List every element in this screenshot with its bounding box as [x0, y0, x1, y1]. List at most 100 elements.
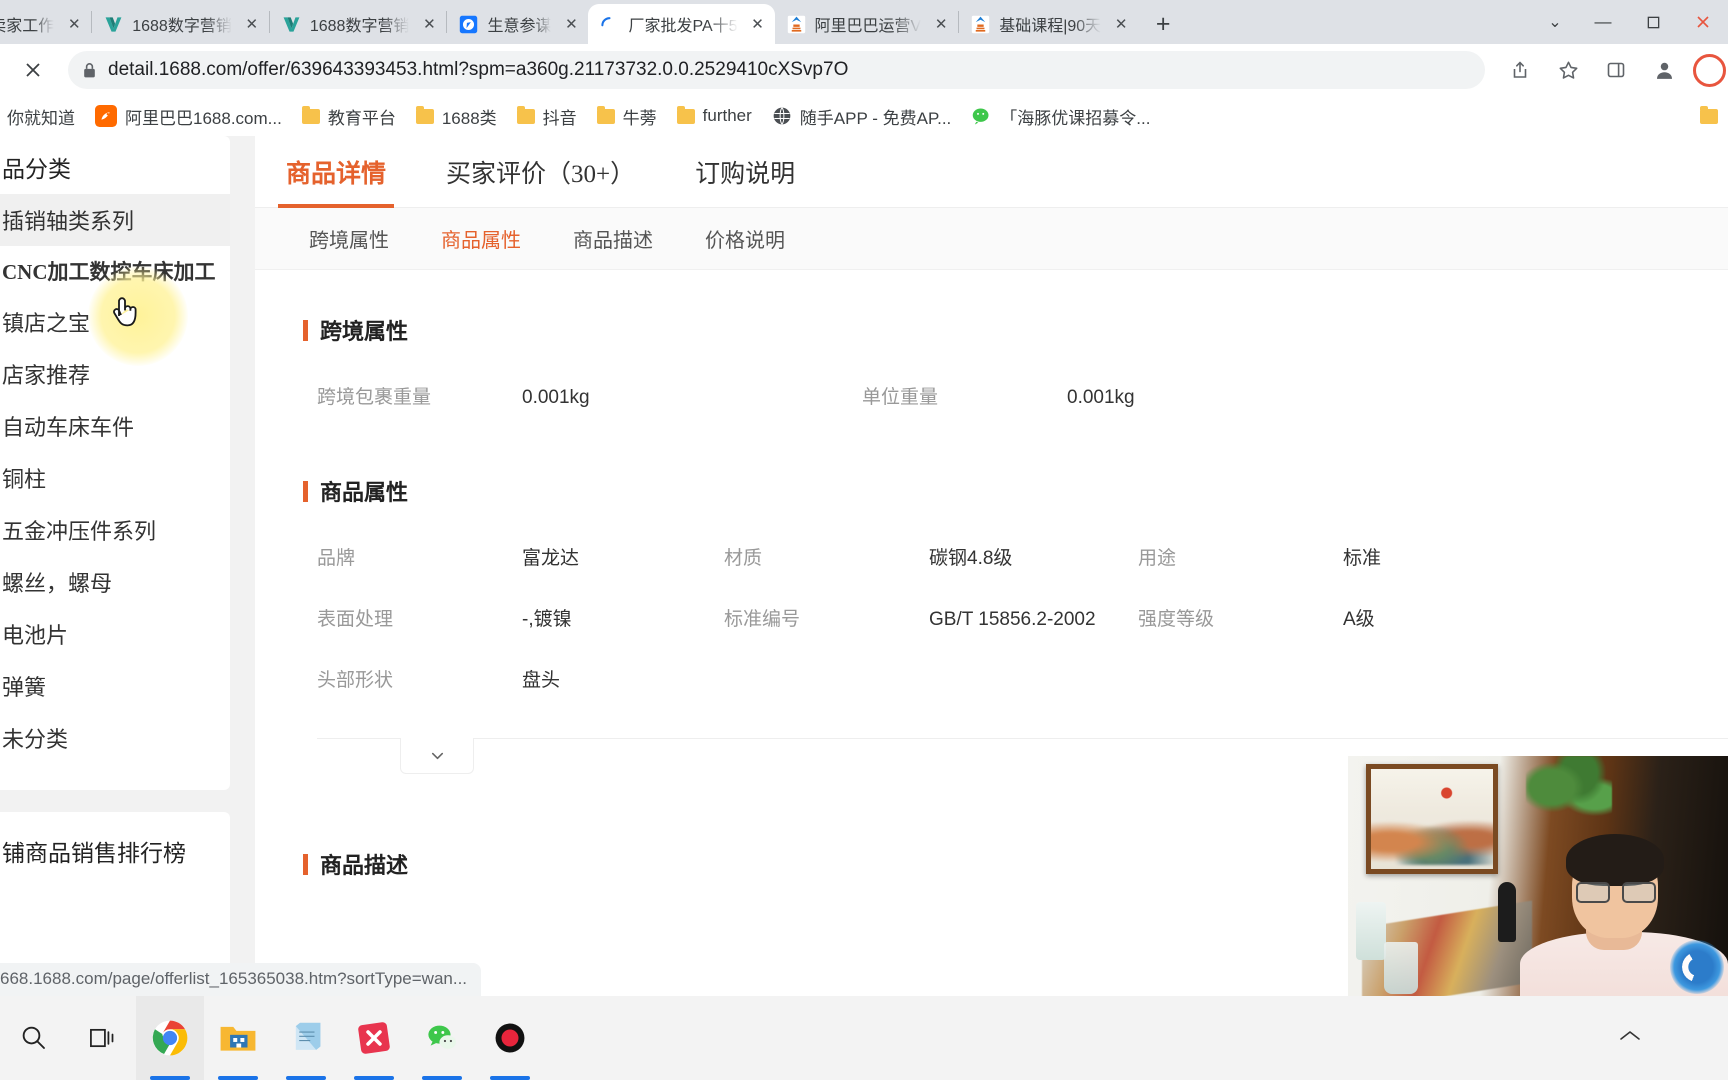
new-tab-button[interactable]: +: [1146, 7, 1180, 41]
taskbar-chrome-button[interactable]: [136, 996, 204, 1080]
running-indicator: [218, 1076, 258, 1080]
taskbar-task-view-button[interactable]: [68, 996, 136, 1080]
sidebar-item-4[interactable]: 自动车床车件: [0, 400, 230, 452]
sidebar-item-3[interactable]: 店家推荐: [0, 348, 230, 400]
window-close-button[interactable]: [1678, 0, 1728, 44]
subtab-price-notes[interactable]: 价格说明: [679, 224, 811, 253]
share-icon: [1510, 60, 1530, 80]
browser-tab-2[interactable]: 1688数字营销 ✕: [92, 4, 269, 44]
window-maximize-button[interactable]: [1628, 0, 1678, 44]
browser-tab-4[interactable]: 生意参谋 ✕: [447, 4, 588, 44]
sidebar-item-10[interactable]: 未分类: [0, 712, 230, 764]
bookmark-button[interactable]: [1549, 51, 1587, 89]
expand-attributes-button[interactable]: [400, 738, 474, 774]
bookmark-label: 一下，你就知道: [0, 104, 75, 129]
subtab-product-attrs[interactable]: 商品属性: [415, 224, 547, 253]
bookmark-item-baidu[interactable]: 一下，你就知道: [0, 100, 83, 133]
section-accent-bar: [303, 481, 308, 502]
tab-close-icon[interactable]: ✕: [418, 13, 440, 35]
webcam-plant: [1526, 756, 1612, 834]
attr-value: A级: [1343, 604, 1375, 631]
sidebar-item-6[interactable]: 五金冲压件系列: [0, 504, 230, 556]
browser-tab-7[interactable]: 基础课程|90天 ✕: [959, 4, 1138, 44]
folder-icon: [416, 109, 434, 124]
ali-logo-icon: [787, 15, 806, 34]
sidebar-item-5[interactable]: 铜柱: [0, 452, 230, 504]
sidebar-item-8[interactable]: 电池片: [0, 608, 230, 660]
bookmark-item-alibaba[interactable]: 阿里巴巴1688.com...: [87, 100, 290, 133]
tab-close-icon[interactable]: ✕: [241, 13, 263, 35]
bookmark-folder-niubang[interactable]: 牛蒡: [589, 100, 665, 133]
webcam-glass-cup: [1384, 942, 1418, 994]
bookmark-item-haitun[interactable]: 「海豚优课招募令...: [963, 100, 1158, 133]
tab-title: 1688数字营销: [132, 12, 232, 36]
detail-subtabs: 跨境属性 商品属性 商品描述 价格说明: [255, 208, 1728, 270]
tab-search-chevron-down-icon[interactable]: ⌄: [1532, 0, 1578, 44]
bookmark-folder-further[interactable]: further: [669, 102, 760, 130]
tab-product-detail[interactable]: 商品详情: [256, 136, 416, 208]
tab-title: 1688数字营销: [310, 12, 410, 36]
sidebar-item-9[interactable]: 弹簧: [0, 660, 230, 712]
browser-tab-3[interactable]: 1688数字营销 ✕: [270, 4, 447, 44]
folder-icon: [597, 109, 615, 124]
attr-pair-material: 材质 碳钢4.8级: [724, 543, 1138, 570]
sidebar-item-1[interactable]: CNC加工数控车床加工: [0, 246, 230, 296]
bookmark-folder-edu[interactable]: 教育平台: [294, 100, 404, 133]
side-panel-icon: [1606, 60, 1626, 80]
tab-close-icon[interactable]: ✕: [930, 13, 952, 35]
webcam-microphone: [1498, 882, 1516, 942]
sidebar-item-7[interactable]: 螺丝，螺母: [0, 556, 230, 608]
globe-icon: [772, 106, 792, 126]
category-card: 品分类 插销轴类系列 CNC加工数控车床加工 镇店之宝 店家推荐 自动车床车件 …: [0, 136, 230, 790]
window-minimize-button[interactable]: —: [1578, 0, 1628, 44]
attr-pair-unit-weight: 单位重量 0.001kg: [862, 382, 1135, 409]
section-heading-text: 商品描述: [320, 848, 408, 880]
attr-key: 表面处理: [317, 604, 522, 631]
address-bar[interactable]: detail.1688.com/offer/639643393453.html?…: [68, 51, 1485, 89]
attr-pair-head-shape: 头部形状 盘头: [317, 665, 724, 692]
tab-close-icon[interactable]: ✕: [1110, 13, 1132, 35]
detail-tabs: 商品详情 买家评价（30+） 订购说明: [255, 136, 1728, 208]
lock-icon: [82, 62, 97, 79]
subtab-cross-border-attrs[interactable]: 跨境属性: [283, 224, 415, 253]
browser-tab-1[interactable]: 8-卖家工作 ✕: [0, 4, 91, 44]
attr-value: GB/T 15856.2-2002: [929, 609, 1138, 631]
side-panel-button[interactable]: [1597, 51, 1635, 89]
browser-tabstrip-bar: 8-卖家工作 ✕ 1688数字营销 ✕ 1688数字营销 ✕ 生意参谋 ✕: [0, 0, 1728, 44]
taskbar-search-button[interactable]: [0, 996, 68, 1080]
folder-icon: [302, 109, 320, 124]
taskbar-xmind-button[interactable]: [340, 996, 408, 1080]
browser-tab-6[interactable]: 阿里巴巴运营V ✕: [775, 4, 959, 44]
subtab-product-description[interactable]: 商品描述: [547, 224, 679, 253]
section-heading-text: 跨境属性: [320, 314, 408, 346]
alibaba-icon: [95, 105, 117, 127]
tray-expand-chevron-up-icon[interactable]: [1618, 1024, 1642, 1050]
bookmark-label: 抖音: [543, 104, 577, 129]
taskbar-wechat-button[interactable]: [408, 996, 476, 1080]
tab-close-icon[interactable]: ✕: [63, 13, 85, 35]
browser-tab-5-active[interactable]: 厂家批发PA十5 ✕: [588, 4, 774, 44]
attr-key: 强度等级: [1138, 604, 1343, 631]
windows-taskbar: [0, 996, 1728, 1080]
chevron-up-icon: [1618, 1028, 1642, 1044]
bookmark-folder-1688[interactable]: 1688类: [408, 100, 505, 133]
tab-close-icon[interactable]: ✕: [747, 13, 769, 35]
bookmark-folder-douyin[interactable]: 抖音: [509, 100, 585, 133]
sidebar-item-0[interactable]: 插销轴类系列: [0, 194, 230, 246]
tab-buyer-reviews[interactable]: 买家评价（30+）: [416, 136, 665, 208]
tab-order-notes[interactable]: 订购说明: [665, 136, 825, 208]
webcam-overlay: [1348, 756, 1728, 996]
tab-close-icon[interactable]: ✕: [560, 13, 582, 35]
task-view-icon: [88, 1024, 116, 1052]
tab-title: 生意参谋: [487, 12, 551, 36]
profile-button[interactable]: [1645, 51, 1683, 89]
stop-loading-button[interactable]: [14, 51, 52, 89]
taskbar-recorder-button[interactable]: [476, 996, 544, 1080]
bookmark-item-suishou[interactable]: 随手APP - 免费AP...: [764, 100, 959, 133]
share-button[interactable]: [1501, 51, 1539, 89]
taskbar-notepad-button[interactable]: [272, 996, 340, 1080]
taskbar-file-explorer-button[interactable]: [204, 996, 272, 1080]
attr-value: 盘头: [522, 665, 724, 692]
folder-icon-overflow[interactable]: [1700, 109, 1718, 124]
profile-avatar-ring[interactable]: [1693, 54, 1726, 87]
